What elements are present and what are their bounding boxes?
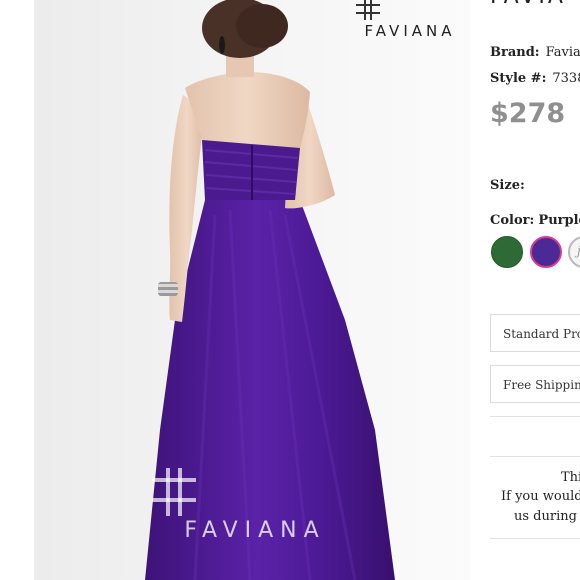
brand-logo-text: FAVIANA (364, 22, 456, 40)
size-label: Size: (490, 178, 525, 193)
standard-processing-option[interactable]: Standard Proc (490, 314, 580, 352)
product-photo[interactable]: FAVIANA FAVIANA (0, 0, 470, 580)
color-label: Color: (490, 213, 535, 228)
brand-watermark: FAVIANA (150, 468, 360, 543)
style-row: Style #: 7338 (490, 71, 580, 86)
color-swatch-purple[interactable] (530, 236, 562, 268)
color-swatch-green[interactable] (491, 236, 523, 268)
color-value: Purple (538, 213, 580, 228)
color-row: Color: Purple (490, 213, 580, 228)
divider (490, 456, 580, 457)
notice-line-2: If you would (501, 489, 580, 504)
faviana-monogram-icon (152, 468, 196, 516)
brand-watermark-text: FAVIANA (184, 518, 326, 543)
product-details-panel: FAVIA Brand: Favia Style #: 7338 $278 Size… (470, 0, 580, 580)
product-price: $278 (490, 98, 566, 129)
faviana-monogram-icon (356, 0, 380, 20)
brand-value[interactable]: Favia (546, 45, 580, 60)
brand-row: Brand: Favia (490, 45, 580, 60)
notice-line-1: Thi (561, 470, 580, 485)
brand-label: Brand: (490, 45, 540, 60)
style-label: Style #: (490, 71, 547, 86)
free-shipping-option[interactable]: Free Shipping (490, 365, 580, 403)
brand-logo: FAVIANA (355, 0, 465, 40)
divider (490, 416, 580, 417)
product-title: FAVIA (490, 0, 566, 9)
notice-line-3: us during (514, 509, 577, 524)
divider (490, 538, 580, 539)
color-swatch-ivory[interactable]: ji (568, 236, 580, 268)
style-value: 7338 (552, 71, 580, 86)
